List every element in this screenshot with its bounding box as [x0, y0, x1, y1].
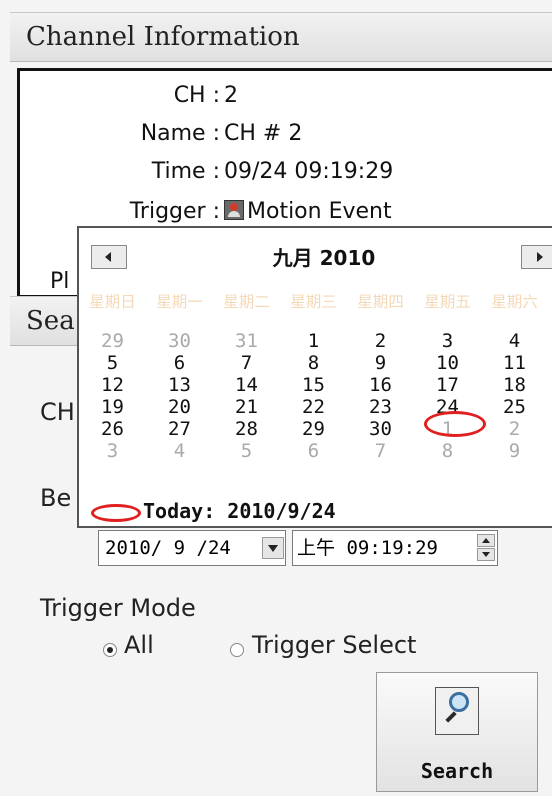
time-label: Time : [151, 159, 220, 184]
calendar-day[interactable]: 29 [280, 418, 347, 440]
calendar-header: 九月 2010 [79, 228, 552, 288]
trigger-mode-label: Trigger Mode [40, 594, 196, 622]
begin-date-input[interactable]: 2010/ 9 /24 [98, 530, 286, 566]
calendar-day[interactable]: 4 [146, 440, 213, 462]
calendar-day[interactable]: 10 [414, 352, 481, 374]
spin-up-icon[interactable] [477, 534, 495, 547]
trigger-label: Trigger : [129, 199, 220, 224]
ch-label: CH : [173, 83, 220, 108]
play-label: Pl [50, 269, 70, 294]
calendar-day[interactable]: 27 [146, 418, 213, 440]
calendar-day[interactable]: 15 [280, 374, 347, 396]
time-value: 09/24 09:19:29 [224, 159, 394, 184]
calendar-day[interactable]: 30 [347, 418, 414, 440]
calendar-day[interactable]: 17 [414, 374, 481, 396]
calendar-day[interactable]: 3 [414, 330, 481, 352]
calendar-day[interactable]: 2 [481, 418, 548, 440]
weekday-label: 星期三 [290, 293, 337, 311]
calendar-day[interactable]: 31 [213, 330, 280, 352]
calendar-day[interactable]: 13 [146, 374, 213, 396]
motion-event-icon [224, 200, 244, 220]
calendar-day[interactable]: 30 [146, 330, 213, 352]
info-row-name: Name : CH # 2 [20, 117, 552, 151]
calendar-day[interactable]: 22 [280, 396, 347, 418]
today-link[interactable]: Today: 2010/9/24 [143, 499, 336, 523]
search-button-label: Search [420, 759, 494, 783]
weekday-label: 星期二 [223, 293, 270, 311]
weekday-label: 星期日 [89, 293, 136, 311]
calendar-day[interactable]: 7 [347, 440, 414, 462]
begin-time-input[interactable]: 上午 09:19:29 [292, 530, 498, 566]
radio-all-label[interactable]: All [124, 631, 154, 659]
calendar-day[interactable]: 9 [347, 352, 414, 374]
radio-trigger-select-label[interactable]: Trigger Select [252, 631, 416, 659]
calendar-day[interactable]: 4 [481, 330, 548, 352]
info-row-time: Time : 09/24 09:19:29 [20, 155, 552, 189]
calendar-day[interactable]: 2 [347, 330, 414, 352]
weekday-label: 星期五 [424, 293, 471, 311]
weekday-label: 星期一 [156, 293, 203, 311]
calendar-day[interactable]: 1 [280, 330, 347, 352]
calendar-day[interactable]: 8 [280, 352, 347, 374]
trigger-value: Motion Event [247, 199, 392, 224]
time-spinner[interactable] [477, 534, 495, 562]
calendar-day[interactable]: 20 [146, 396, 213, 418]
spin-down-icon[interactable] [477, 548, 495, 561]
weekday-row: 星期日 星期一 星期二 星期三 星期四 星期五 星期六 [79, 290, 552, 316]
today-marker-icon [91, 504, 141, 522]
calendar-day[interactable]: 9 [481, 440, 548, 462]
begin-label: Be [40, 484, 72, 512]
radio-trigger-select[interactable] [230, 643, 244, 657]
calendar-day[interactable]: 19 [79, 396, 146, 418]
calendar-day[interactable]: 29 [79, 330, 146, 352]
today-highlight-ring [424, 411, 486, 437]
calendar-day[interactable]: 8 [414, 440, 481, 462]
time-input-value: 上午 09:19:29 [297, 537, 438, 559]
calendar-day[interactable]: 7 [213, 352, 280, 374]
search-icon [435, 687, 479, 735]
date-picker-calendar[interactable]: 九月 2010 星期日 星期一 星期二 星期三 星期四 星期五 星期六 29 30 31 1 2 3 4… [77, 226, 552, 528]
weekday-label: 星期四 [357, 293, 404, 311]
next-month-button[interactable] [521, 245, 552, 269]
search-title: Sea [26, 306, 75, 336]
channel-info-title: Channel Information [26, 22, 300, 52]
search-button[interactable]: Search [376, 672, 538, 792]
calendar-day[interactable]: 6 [146, 352, 213, 374]
weekday-label: 星期六 [491, 293, 538, 311]
trigger-value-wrap: Motion Event [224, 195, 392, 229]
calendar-day[interactable]: 21 [213, 396, 280, 418]
info-row-ch: CH : 2 [20, 79, 552, 113]
calendar-day[interactable]: 3 [79, 440, 146, 462]
name-value: CH # 2 [224, 121, 303, 146]
calendar-day[interactable]: 5 [79, 352, 146, 374]
calendar-day[interactable]: 16 [347, 374, 414, 396]
calendar-day[interactable]: 28 [213, 418, 280, 440]
calendar-day[interactable]: 11 [481, 352, 548, 374]
calendar-day[interactable]: 5 [213, 440, 280, 462]
date-value: 2010/ 9 /24 [105, 537, 231, 559]
calendar-day[interactable]: 18 [481, 374, 548, 396]
chevron-down-icon[interactable] [262, 537, 284, 559]
calendar-day[interactable]: 6 [280, 440, 347, 462]
calendar-day[interactable]: 12 [79, 374, 146, 396]
calendar-day[interactable]: 26 [79, 418, 146, 440]
channel-info-header: Channel Information [10, 12, 552, 62]
calendar-day[interactable]: 25 [481, 396, 548, 418]
info-row-trigger: Trigger : Motion Event [20, 195, 552, 229]
month-title: 九月 2010 [272, 246, 376, 270]
calendar-day[interactable]: 14 [213, 374, 280, 396]
search-ch-label: CH [40, 398, 75, 426]
ch-value: 2 [224, 83, 238, 108]
name-label: Name : [140, 121, 220, 146]
radio-all[interactable] [103, 643, 117, 657]
calendar-day[interactable]: 23 [347, 396, 414, 418]
